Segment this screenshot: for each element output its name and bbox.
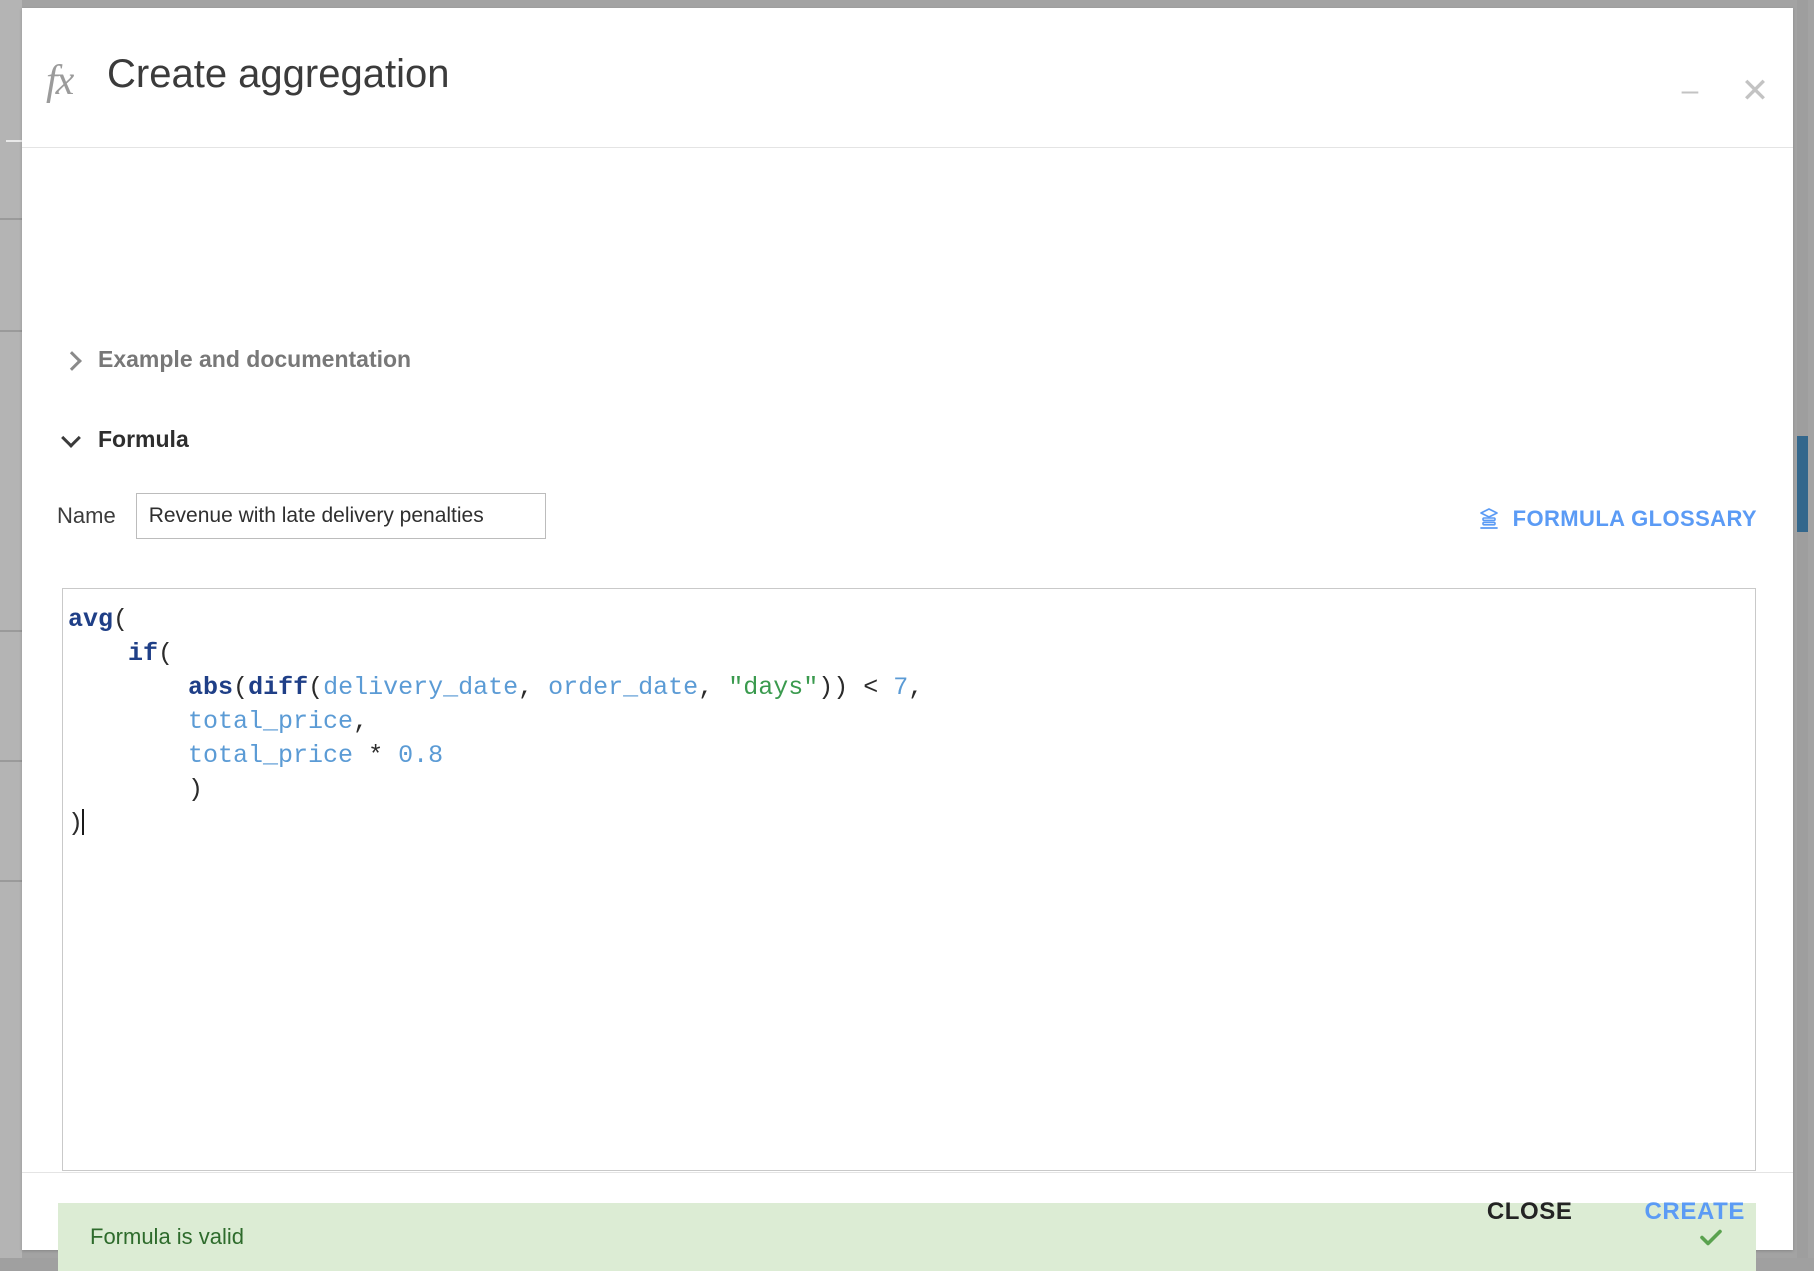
code-token: , xyxy=(353,707,368,736)
chevron-down-icon xyxy=(62,430,82,450)
section-label-example: Example and documentation xyxy=(98,346,411,373)
code-token: total_price xyxy=(188,741,353,770)
create-button[interactable]: CREATE xyxy=(1641,1192,1750,1232)
code-token xyxy=(68,673,188,702)
code-token: ) xyxy=(68,809,83,838)
code-token: 7 xyxy=(893,673,908,702)
code-token: avg xyxy=(68,605,113,634)
code-token: ( xyxy=(113,605,128,634)
name-label: Name xyxy=(57,503,116,529)
formula-code-editor[interactable]: avg( if( abs(diff(delivery_date, order_d… xyxy=(62,588,1756,1171)
background-rail-divider xyxy=(6,140,22,142)
code-token: ( xyxy=(308,673,323,702)
dialog-body: Example and documentation Formula Name F… xyxy=(22,148,1793,1171)
code-token: ( xyxy=(233,673,248,702)
background-rail-line-5 xyxy=(0,880,22,882)
code-token: delivery_date xyxy=(323,673,518,702)
formula-glossary-link[interactable]: FORMULA GLOSSARY xyxy=(1477,506,1757,532)
chevron-right-icon xyxy=(62,350,82,370)
minimize-icon[interactable]: – xyxy=(1667,68,1713,114)
code-token: ( xyxy=(158,639,173,668)
code-token: ) xyxy=(188,775,203,804)
code-token: 0.8 xyxy=(398,741,443,770)
code-token: , xyxy=(518,673,548,702)
formula-glossary-label: FORMULA GLOSSARY xyxy=(1513,506,1757,532)
code-token: order_date xyxy=(548,673,698,702)
code-token xyxy=(68,775,188,804)
name-row: Name xyxy=(57,493,546,539)
code-token xyxy=(68,741,188,770)
dialog-footer: CLOSE CREATE xyxy=(22,1172,1793,1250)
background-rail-line-3 xyxy=(0,630,22,632)
code-token xyxy=(68,707,188,736)
background-rail-line-1 xyxy=(0,218,22,220)
close-button[interactable]: CLOSE xyxy=(1483,1192,1577,1232)
dialog-titlebar: fx Create aggregation – ✕ xyxy=(22,8,1793,148)
code-token xyxy=(68,639,128,668)
code-token: , xyxy=(698,673,728,702)
code-token: if xyxy=(128,639,158,668)
page-title: Create aggregation xyxy=(107,52,449,97)
code-token: < xyxy=(848,673,893,702)
page-scrollbar-track[interactable] xyxy=(1797,0,1808,1258)
create-aggregation-dialog: fx Create aggregation – ✕ Example and do… xyxy=(22,8,1793,1250)
book-icon xyxy=(1477,507,1501,531)
close-icon[interactable]: ✕ xyxy=(1732,68,1778,114)
formula-code-content: avg( if( abs(diff(delivery_date, order_d… xyxy=(63,589,1755,841)
code-token: , xyxy=(908,673,923,702)
section-toggle-formula[interactable]: Formula xyxy=(62,426,189,453)
code-token: diff xyxy=(248,673,308,702)
section-toggle-example-and-documentation[interactable]: Example and documentation xyxy=(62,346,411,373)
page-scrollbar-thumb[interactable] xyxy=(1797,436,1808,532)
background-left-rail xyxy=(0,0,22,1258)
name-input[interactable] xyxy=(136,493,546,539)
fx-icon: fx xyxy=(46,60,72,102)
code-token: )) xyxy=(818,673,848,702)
section-label-formula: Formula xyxy=(98,426,189,453)
background-rail-line-4 xyxy=(0,760,22,762)
code-token: "days" xyxy=(728,673,818,702)
text-caret xyxy=(82,809,84,835)
code-token: * xyxy=(353,741,398,770)
code-token: total_price xyxy=(188,707,353,736)
background-rail-line-2 xyxy=(0,330,22,332)
code-token: abs xyxy=(188,673,233,702)
